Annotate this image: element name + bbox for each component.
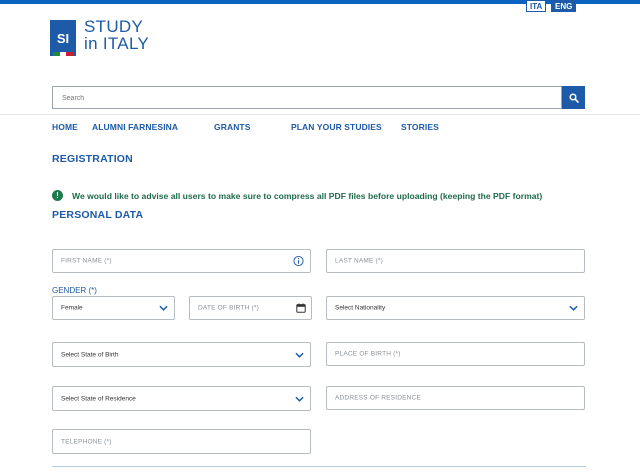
logo-mark: SI	[50, 20, 76, 56]
state-of-birth-select[interactable]: Select State of Birth	[52, 342, 311, 367]
chevron-down-icon	[295, 352, 304, 358]
nav-grants[interactable]: GRANTS	[214, 122, 251, 132]
chevron-down-icon	[295, 396, 304, 402]
search-input[interactable]	[53, 88, 561, 109]
logo-text: STUDY in ITALY	[84, 18, 149, 52]
gender-value: Female	[61, 304, 83, 312]
address-of-residence-field[interactable]: ADDRESS OF RESIDENCE	[326, 386, 585, 410]
gender-label: GENDER (*)	[52, 286, 97, 295]
nav-plan-your-studies[interactable]: PLAN YOUR STUDIES	[291, 122, 382, 132]
telephone-field[interactable]: TELEPHONE (*)	[52, 429, 311, 454]
pdf-notice: ! We would like to advise all users to m…	[52, 190, 542, 201]
nav-alumni-farnesina[interactable]: ALUMNI FARNESINA	[92, 122, 178, 132]
last-name-placeholder: LAST NAME (*)	[335, 257, 383, 265]
logo-line1: STUDY	[84, 17, 144, 36]
chevron-down-icon	[569, 305, 578, 311]
date-of-birth-placeholder: DATE OF BIRTH (*)	[198, 304, 259, 312]
first-name-field[interactable]: FIRST NAME (*)	[52, 249, 311, 273]
telephone-placeholder: TELEPHONE (*)	[61, 438, 112, 445]
lang-eng-button[interactable]: ENG	[551, 0, 577, 12]
calendar-icon[interactable]	[296, 303, 306, 313]
nationality-value: Select Nationality	[335, 304, 386, 312]
last-name-field[interactable]: LAST NAME (*)	[326, 249, 585, 273]
state-of-residence-select[interactable]: Select State of Residence	[52, 386, 311, 411]
lang-ita-button[interactable]: ITA	[526, 0, 547, 12]
study-in-italy-logo[interactable]: SI STUDY in ITALY	[50, 18, 170, 60]
chevron-down-icon	[159, 305, 168, 311]
address-of-residence-placeholder: ADDRESS OF RESIDENCE	[335, 394, 421, 402]
search-icon	[568, 92, 579, 103]
state-of-residence-value: Select State of Residence	[61, 395, 136, 402]
notice-text: We would like to advise all users to mak…	[72, 190, 543, 201]
nationality-select[interactable]: Select Nationality	[326, 296, 585, 320]
first-name-placeholder: FIRST NAME (*)	[61, 257, 112, 265]
state-of-birth-value: Select State of Birth	[61, 351, 119, 358]
registration-title: REGISTRATION	[52, 153, 133, 165]
search-bar	[52, 86, 562, 109]
date-of-birth-field[interactable]: DATE OF BIRTH (*)	[189, 296, 312, 320]
personal-data-title: PERSONAL DATA	[52, 209, 144, 221]
section-divider	[52, 466, 586, 467]
header-divider	[0, 114, 640, 115]
info-icon[interactable]	[293, 255, 304, 267]
place-of-birth-field[interactable]: PLACE OF BIRTH (*)	[326, 342, 585, 366]
nav-stories[interactable]: STORIES	[401, 122, 439, 132]
place-of-birth-placeholder: PLACE OF BIRTH (*)	[335, 350, 401, 358]
nav-home[interactable]: HOME	[52, 122, 78, 132]
gender-select[interactable]: Female	[52, 296, 175, 320]
italy-flag-stripe	[53, 52, 74, 56]
logo-line2: in ITALY	[84, 34, 150, 53]
exclamation-icon: !	[52, 190, 63, 201]
search-button[interactable]	[562, 86, 585, 109]
